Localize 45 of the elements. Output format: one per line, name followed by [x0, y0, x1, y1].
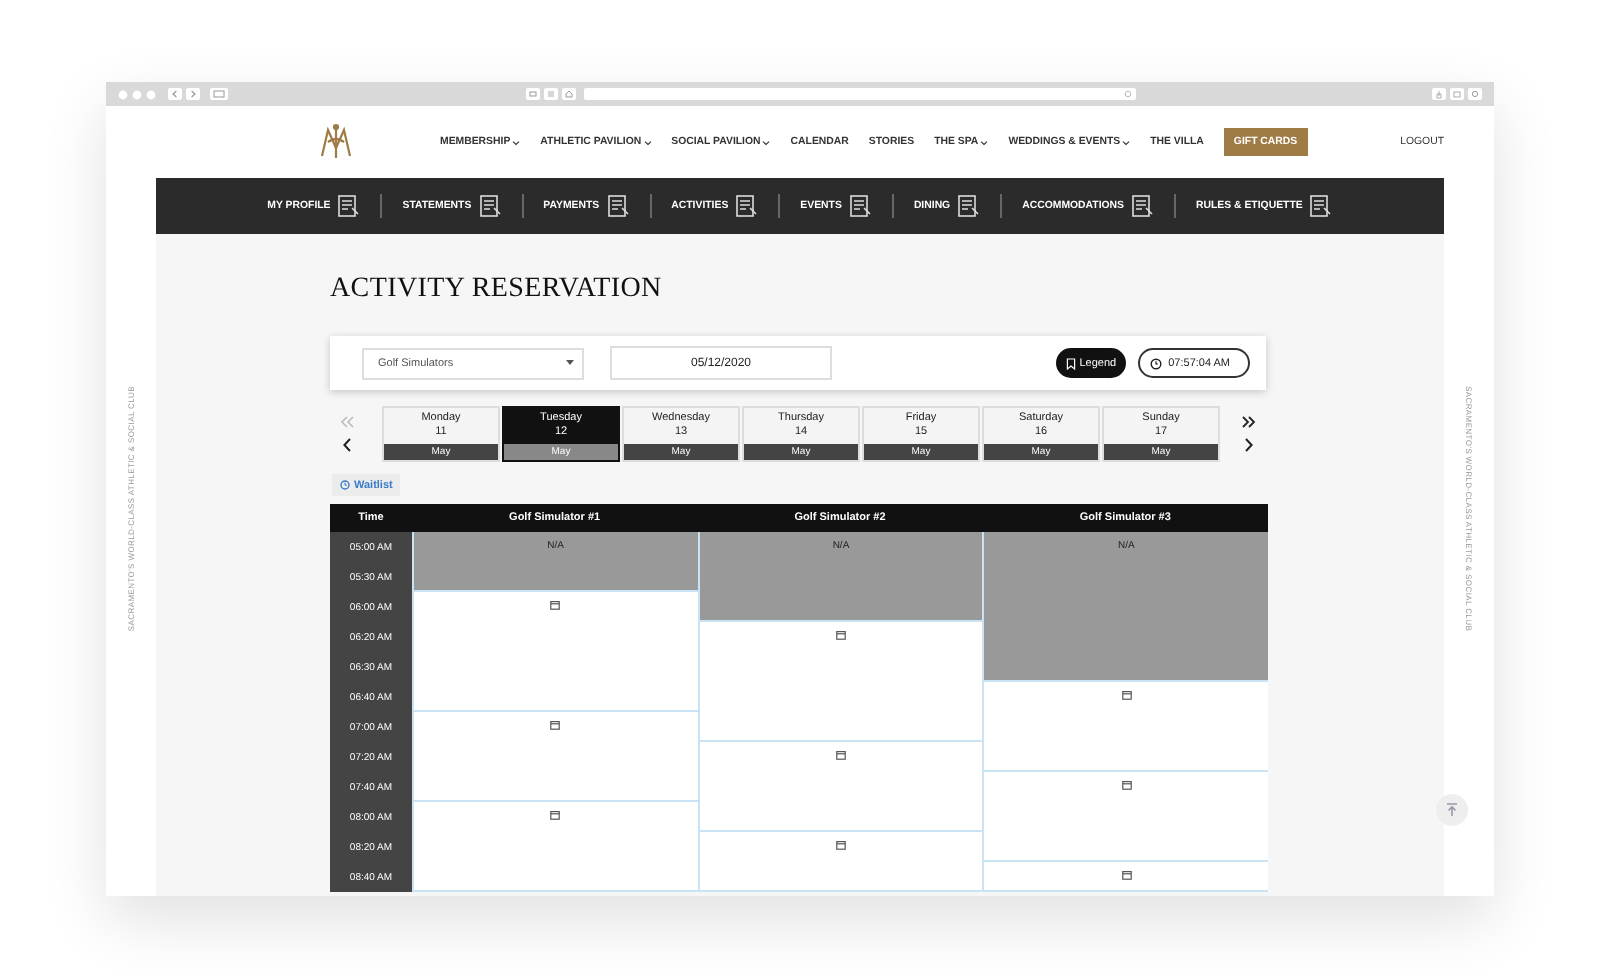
- window-controls-icon[interactable]: [118, 89, 158, 99]
- forward-icon[interactable]: [186, 88, 200, 100]
- back-icon[interactable]: [168, 88, 182, 100]
- sidebar-icon[interactable]: [210, 88, 228, 100]
- calendar-icon: [835, 750, 846, 760]
- open-slot[interactable]: [984, 682, 1268, 772]
- open-slot[interactable]: [699, 742, 983, 832]
- bookmark-icon: [1065, 357, 1076, 369]
- document-icon: [956, 194, 981, 218]
- next-day-icon[interactable]: [1244, 438, 1254, 453]
- document-icon: [336, 194, 361, 218]
- document-icon: [1308, 194, 1333, 218]
- next-week-icon[interactable]: [1242, 415, 1256, 428]
- calendar-icon: [1121, 780, 1132, 790]
- open-slot[interactable]: [414, 592, 698, 712]
- calendar-icon: [550, 720, 561, 730]
- calendar-icon: [1121, 870, 1132, 880]
- calendar-icon: [835, 840, 846, 850]
- document-icon: [734, 194, 759, 218]
- calendar-icon: [550, 810, 561, 820]
- clock-icon: [1150, 357, 1163, 369]
- tabs-icon[interactable]: [1450, 88, 1464, 100]
- document-icon: [847, 194, 872, 218]
- document-icon: [605, 194, 630, 218]
- document-icon: [1130, 194, 1155, 218]
- document-icon: [477, 194, 502, 218]
- open-slot[interactable]: [699, 622, 983, 742]
- previous-day-icon[interactable]: [342, 438, 352, 453]
- caret-icon: [566, 360, 574, 366]
- open-slot[interactable]: [984, 862, 1268, 892]
- calendar-icon: [1121, 690, 1132, 700]
- calendar-icon: [550, 600, 561, 610]
- monogram-logo-icon[interactable]: [316, 122, 356, 162]
- page-title: ACTIVITY RESERVATION: [330, 272, 664, 308]
- open-slot[interactable]: [414, 712, 698, 802]
- open-slot[interactable]: [984, 772, 1268, 862]
- settings-icon[interactable]: [1468, 88, 1482, 100]
- calendar-icon: [835, 630, 846, 640]
- open-slot[interactable]: [699, 832, 983, 892]
- home-icon[interactable]: [561, 88, 575, 100]
- reload-icon[interactable]: [1123, 90, 1131, 98]
- scroll-to-top-icon[interactable]: [1436, 794, 1468, 826]
- previous-week-icon[interactable]: [340, 415, 354, 428]
- open-slot[interactable]: [414, 802, 698, 892]
- clock-icon: [340, 480, 350, 490]
